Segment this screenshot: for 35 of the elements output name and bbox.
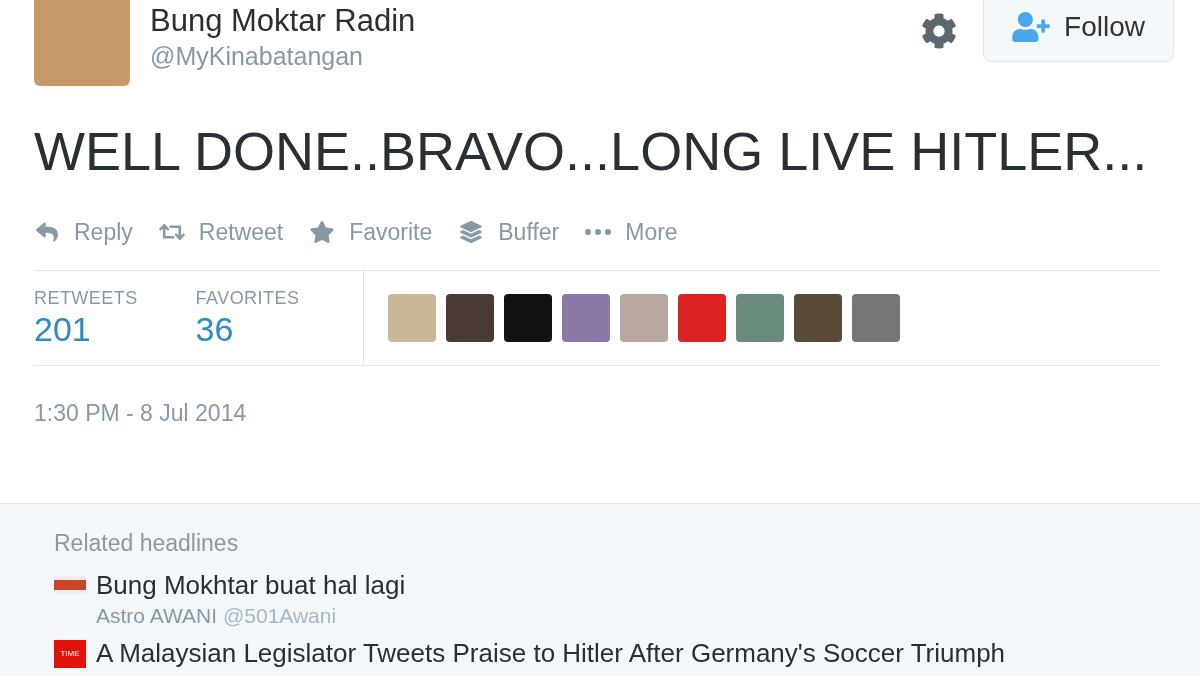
- retweet-action[interactable]: Retweet: [158, 214, 284, 250]
- author-handle: @MyKinabatangan: [150, 41, 364, 72]
- favorite-action[interactable]: Favorite: [309, 214, 433, 250]
- news-logo: TIME: [54, 640, 86, 668]
- reply-action[interactable]: Reply: [34, 214, 133, 250]
- user-avatar-photo-placeholder[interactable]: [562, 294, 610, 342]
- user-avatar-photo-placeholder[interactable]: [678, 294, 726, 342]
- author-name[interactable]: Bung Moktar Radin: [150, 2, 416, 40]
- source-handle: @501Awani: [222, 603, 337, 629]
- layers-icon: [458, 221, 485, 243]
- user-avatar-photo-placeholder[interactable]: [852, 294, 900, 342]
- source-name[interactable]: Astro AWANI: [96, 602, 217, 630]
- user-avatar-photo-placeholder[interactable]: [736, 294, 784, 342]
- follow-button[interactable]: Follow: [983, 0, 1174, 62]
- user-avatar-photo-placeholder[interactable]: [620, 294, 668, 342]
- timestamp: 1:30 PM - 8 Jul 2014: [34, 399, 248, 428]
- stat-link[interactable]: RETWEETS 201: [34, 287, 138, 365]
- stat-link[interactable]: FAVORITES 36: [195, 287, 300, 365]
- settings-icon[interactable]: [921, 13, 958, 49]
- user-avatar-photo-placeholder[interactable]: [446, 294, 494, 342]
- star-icon: [309, 221, 336, 243]
- add-user-icon: [1012, 12, 1051, 42]
- retweet-icon: [158, 221, 185, 243]
- reply-icon: [34, 221, 60, 243]
- tweet-text: WELL DONE..BRAVO...LONG LIVE HITLER...: [34, 120, 1149, 182]
- buffer-action[interactable]: Buffer: [458, 214, 560, 250]
- more-action[interactable]: More: [585, 214, 678, 250]
- section-title: Related headlines: [54, 528, 240, 558]
- user-avatar-photo-placeholder[interactable]: [388, 294, 436, 342]
- headline-link[interactable]: A Malaysian Legislator Tweets Praise to Hitler After Germany's Soccer Triumph: [96, 636, 1006, 670]
- news-logo-icon: [54, 576, 86, 594]
- headline-link[interactable]: Bung Mokhtar buat hal lagi: [96, 568, 406, 602]
- user-avatar-photo-placeholder[interactable]: [504, 294, 552, 342]
- ellipsis-icon: [585, 229, 612, 235]
- user-avatar-photo-placeholder[interactable]: [794, 294, 842, 342]
